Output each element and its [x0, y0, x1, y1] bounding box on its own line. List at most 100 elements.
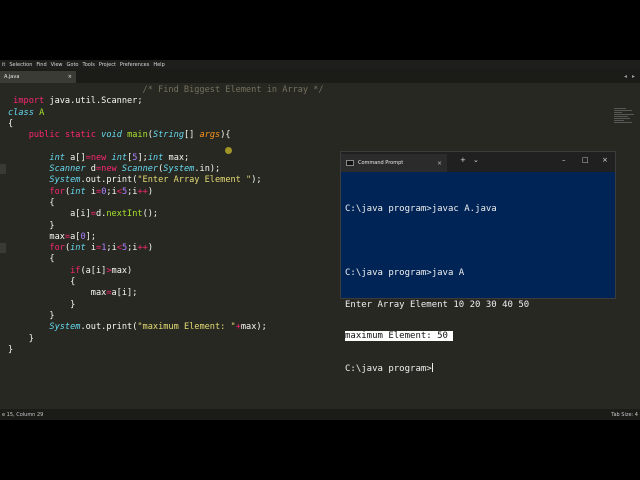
code-token: for [49, 243, 65, 254]
code-line[interactable]: } [8, 345, 324, 356]
code-token: import [8, 96, 45, 107]
code-token: ;i [127, 243, 138, 254]
code-token: ;i [106, 243, 117, 254]
selected-output: maximum Element: 50 [345, 331, 454, 342]
code-token: System [49, 175, 81, 186]
code-text[interactable]: /* Find Biggest Element in Array */ impo… [8, 85, 324, 356]
code-token: (); [142, 209, 159, 220]
menu-selection[interactable]: Selection [7, 62, 34, 68]
code-token: System [49, 322, 81, 333]
code-token: ]; [85, 231, 97, 242]
code-line[interactable]: { [8, 119, 324, 130]
code-line[interactable]: import java.util.Scanner; [8, 96, 324, 107]
cmd-line: C:\java program>java A [345, 267, 465, 278]
code-token: for [49, 186, 65, 197]
code-token: int [49, 152, 65, 163]
code-token: "Enter Array Element " [137, 175, 252, 186]
code-line[interactable]: { [8, 277, 324, 288]
menu-edit[interactable]: it [0, 62, 7, 68]
chevron-down-icon[interactable]: ⌄ [473, 156, 479, 164]
code-token: ]; [137, 152, 148, 163]
menu-goto[interactable]: Goto [65, 62, 81, 68]
code-line[interactable]: a[i]=d.nextInt(); [8, 209, 324, 220]
cursor-position: e 15, Column 29 [2, 411, 44, 418]
code-token: if [70, 265, 81, 276]
tab-close-icon[interactable]: × [68, 74, 72, 80]
code-line[interactable]: System.out.print("Enter Array Element ")… [8, 175, 324, 186]
code-line[interactable] [8, 141, 324, 152]
code-line[interactable]: { [8, 254, 324, 265]
menu-project[interactable]: Project [97, 62, 118, 68]
status-bar: e 15, Column 29 Tab Size: 4 [0, 409, 640, 420]
close-icon[interactable]: × [602, 156, 608, 164]
code-line[interactable]: } [8, 311, 324, 322]
code-line[interactable]: max=a[i]; [8, 288, 324, 299]
code-line[interactable]: for(int i=0;i<5;i++) [8, 187, 324, 198]
code-token: new [101, 164, 117, 175]
tab-scroll-right-icon[interactable]: ▸ [632, 73, 635, 80]
cmd-prompt-line[interactable]: C:\java program> [345, 363, 529, 375]
code-token: Scanner [49, 164, 86, 175]
tab-size[interactable]: Tab Size: 4 [611, 412, 638, 418]
code-line[interactable]: class A [8, 108, 324, 119]
minimize-icon[interactable]: – [562, 156, 566, 164]
menu-help[interactable]: Help [151, 62, 166, 68]
code-token: void [101, 130, 122, 141]
tab-a-java[interactable]: A.java × [0, 71, 76, 83]
code-line[interactable]: System.out.print("maximum Element: "+max… [8, 322, 324, 333]
code-line[interactable]: } [8, 334, 324, 345]
menu-find[interactable]: Find [34, 62, 48, 68]
tab-label: A.java [4, 74, 20, 80]
cmd-output[interactable]: C:\java program>javac A.java C:\java pro… [345, 183, 529, 396]
code-token: max [8, 288, 107, 299]
code-token: i [85, 243, 97, 254]
code-token: i [85, 186, 97, 197]
code-line[interactable]: for(int i=1;i<5;i++) [8, 243, 324, 254]
cmd-tab[interactable]: Command Prompt × [341, 154, 447, 172]
code-token: int [147, 152, 164, 163]
code-token: String [152, 130, 184, 141]
code-token: { [8, 197, 55, 208]
tab-scroll-left-icon[interactable]: ◂ [624, 73, 627, 80]
cmd-line-selected: maximum Element: 50 [345, 331, 529, 342]
code-line[interactable]: /* Find Biggest Element in Array */ [8, 85, 324, 96]
cmd-title-bar[interactable]: Command Prompt × + ⌄ – □ × [341, 152, 615, 172]
text-cursor [431, 363, 433, 373]
code-line[interactable]: Scanner d=new Scanner(System.in); [8, 164, 324, 175]
command-prompt-window[interactable]: Command Prompt × + ⌄ – □ × C:\java progr… [340, 151, 616, 374]
code-token: ;i [106, 186, 117, 197]
code-token: nextInt [106, 209, 143, 220]
code-line[interactable]: public static void main(String[] args){ [8, 130, 324, 141]
code-token: static [64, 130, 96, 141]
code-line[interactable]: { [8, 198, 324, 209]
cmd-tab-close-icon[interactable]: × [437, 160, 442, 167]
code-token: ); [251, 175, 262, 186]
code-token: a[] [64, 152, 86, 163]
code-token: new [90, 152, 107, 163]
code-line[interactable]: } [8, 221, 324, 232]
minimap[interactable] [614, 107, 638, 127]
code-token: } [8, 299, 76, 310]
code-line[interactable]: if(a[i]>max) [8, 266, 324, 277]
menu-view[interactable]: View [49, 62, 65, 68]
code-line[interactable]: max=a[0]; [8, 232, 324, 243]
menu-preferences[interactable]: Preferences [118, 62, 151, 68]
menu-tools[interactable]: Tools [80, 62, 96, 68]
code-token: max) [111, 265, 133, 276]
code-token: ) [147, 243, 154, 254]
code-token: a[i]; [111, 288, 138, 299]
code-line[interactable]: int a[]=new int[5];int max; [8, 153, 324, 164]
code-token: .out.print( [80, 322, 138, 333]
maximize-icon[interactable]: □ [582, 156, 589, 164]
code-token: } [8, 333, 34, 344]
new-tab-icon[interactable]: + [460, 156, 466, 164]
code-line[interactable]: } [8, 300, 324, 311]
code-token: max); [240, 322, 267, 333]
code-token: java.util.Scanner; [44, 96, 143, 107]
code-token: d. [95, 209, 107, 220]
terminal-icon [346, 160, 354, 166]
